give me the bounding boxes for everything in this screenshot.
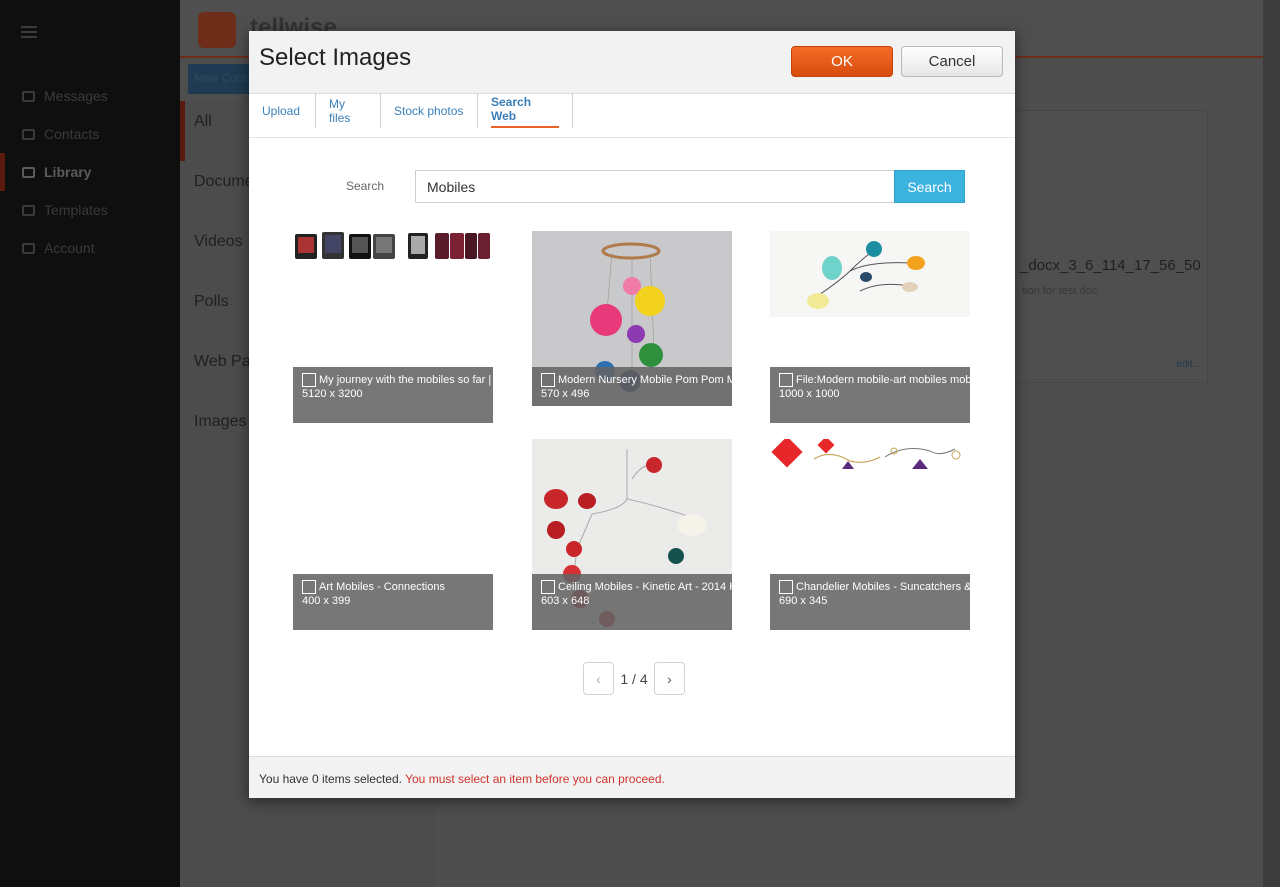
- tab-stock-photos[interactable]: Stock photos: [381, 94, 478, 128]
- previous-page-button[interactable]: ‹: [583, 662, 614, 695]
- card-edit-link[interactable]: edit...: [1177, 359, 1201, 370]
- tab-my-files[interactable]: My files: [316, 94, 381, 128]
- page-scrollbar[interactable]: [1263, 0, 1280, 887]
- envelope-icon: [22, 90, 35, 102]
- result-dimensions: 1000 x 1000: [779, 388, 840, 400]
- cancel-button[interactable]: Cancel: [901, 46, 1003, 77]
- result-title: Chandelier Mobiles - Suncatchers & ...: [796, 581, 970, 593]
- result-thumbnail: [293, 231, 493, 261]
- app-sidebar: Messages Contacts Library Templates Acco…: [0, 0, 180, 887]
- result-caption: Chandelier Mobiles - Suncatchers & ... 6…: [770, 574, 970, 630]
- result-dimensions: 603 x 648: [541, 595, 590, 607]
- result-title: Modern Nursery Mobile Pom Pom Mobile: [558, 374, 732, 386]
- result-checkbox[interactable]: [302, 373, 316, 387]
- result-card[interactable]: Chandelier Mobiles - Suncatchers & ... 6…: [770, 439, 970, 630]
- result-thumbnail: [770, 439, 970, 469]
- subnav-item-images[interactable]: Images: [194, 413, 246, 431]
- result-card[interactable]: My journey with the mobiles so far | ...…: [293, 231, 493, 423]
- card-title: _docx_3_6_114_17_56_50: [1020, 257, 1201, 274]
- tab-label: My files: [329, 97, 351, 125]
- result-card[interactable]: Modern Nursery Mobile Pom Pom Mobile 570…: [532, 231, 732, 423]
- sidebar-item-label: Templates: [44, 202, 108, 218]
- source-tabs: Upload My files Stock photos Search Web: [249, 93, 1015, 138]
- modal-title: Select Images: [259, 44, 412, 71]
- result-caption: My journey with the mobiles so far | ...…: [293, 367, 493, 423]
- sidebar-item-label: Library: [44, 164, 92, 180]
- card-description: tion for test doc: [1022, 285, 1098, 297]
- subnav-item-all[interactable]: All: [194, 113, 212, 131]
- result-card[interactable]: File:Modern mobile-art mobiles mobiu... …: [770, 231, 970, 423]
- result-title: Art Mobiles - Connections: [319, 581, 445, 593]
- modal-header: Select Images OK Cancel: [249, 31, 1015, 93]
- sidebar-item-templates[interactable]: Templates: [0, 191, 180, 229]
- active-indicator: [180, 101, 185, 161]
- sidebar-item-label: Contacts: [44, 126, 100, 142]
- result-caption: File:Modern mobile-art mobiles mobiu... …: [770, 367, 970, 423]
- result-card[interactable]: Ceiling Mobiles - Kinetic Art - 2014 Hit…: [532, 439, 732, 630]
- logo-icon: [198, 12, 236, 48]
- result-thumbnail: [293, 439, 493, 574]
- tab-label: Search Web: [491, 95, 559, 128]
- template-icon: [22, 204, 35, 216]
- result-dimensions: 690 x 345: [779, 595, 828, 607]
- library-card[interactable]: _docx_3_6_114_17_56_50 tion for test doc…: [1013, 110, 1208, 383]
- result-caption: Ceiling Mobiles - Kinetic Art - 2014 Hit…: [532, 574, 732, 630]
- result-title: Ceiling Mobiles - Kinetic Art - 2014 Hit: [558, 581, 732, 593]
- chat-bubble-icon: [22, 128, 35, 140]
- subnav-item-videos[interactable]: Videos: [194, 233, 243, 251]
- ok-button[interactable]: OK: [791, 46, 893, 77]
- sidebar-item-label: Account: [44, 240, 95, 256]
- library-icon: [22, 166, 35, 178]
- result-checkbox[interactable]: [779, 373, 793, 387]
- result-checkbox[interactable]: [541, 373, 555, 387]
- pagination: ‹ 1 / 4 ›: [583, 662, 685, 695]
- sidebar-item-messages[interactable]: Messages: [0, 77, 180, 115]
- selection-status: You have 0 items selected.: [259, 772, 402, 786]
- tab-label: Stock photos: [394, 104, 464, 118]
- menu-icon[interactable]: [21, 26, 37, 41]
- subnav-item-polls[interactable]: Polls: [194, 293, 229, 311]
- modal-footer: You have 0 items selected. You must sele…: [249, 756, 1015, 798]
- sidebar-item-contacts[interactable]: Contacts: [0, 115, 180, 153]
- user-icon: [22, 242, 35, 254]
- page-indicator: 1 / 4: [620, 670, 648, 687]
- select-images-modal: Select Images OK Cancel Upload My files …: [249, 31, 1015, 798]
- selection-warning: You must select an item before you can p…: [405, 772, 665, 786]
- tab-upload[interactable]: Upload: [249, 94, 316, 128]
- result-title: File:Modern mobile-art mobiles mobiu...: [796, 374, 970, 386]
- sidebar-item-account[interactable]: Account: [0, 229, 180, 267]
- result-caption: Art Mobiles - Connections 400 x 399: [293, 574, 493, 630]
- tab-label: Upload: [262, 104, 301, 118]
- result-dimensions: 570 x 496: [541, 388, 590, 400]
- tab-search-web[interactable]: Search Web: [478, 94, 573, 128]
- result-dimensions: 5120 x 3200: [302, 388, 363, 400]
- result-checkbox[interactable]: [541, 580, 555, 594]
- result-thumbnail: [770, 231, 970, 317]
- result-dimensions: 400 x 399: [302, 595, 351, 607]
- sidebar-item-library[interactable]: Library: [0, 153, 180, 191]
- result-card[interactable]: Art Mobiles - Connections 400 x 399: [293, 439, 493, 630]
- search-label: Search: [346, 179, 385, 193]
- result-title: My journey with the mobiles so far | ...: [319, 374, 493, 386]
- sidebar-item-label: Messages: [44, 88, 108, 104]
- result-checkbox[interactable]: [302, 580, 316, 594]
- next-page-button[interactable]: ›: [654, 662, 685, 695]
- result-checkbox[interactable]: [779, 580, 793, 594]
- search-input[interactable]: [415, 170, 895, 203]
- search-button[interactable]: Search: [894, 170, 965, 203]
- result-caption: Modern Nursery Mobile Pom Pom Mobile 570…: [532, 367, 732, 406]
